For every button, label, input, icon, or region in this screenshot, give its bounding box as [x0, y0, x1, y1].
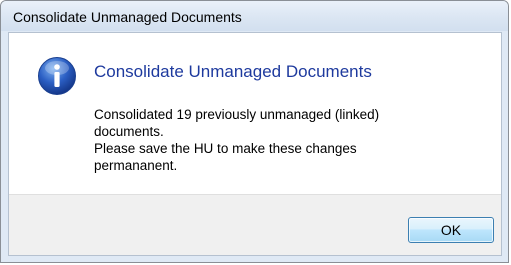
message-line: documents. — [94, 124, 164, 139]
message-line: Please save the HU to make these changes — [94, 141, 357, 156]
message-line: permananent. — [94, 158, 178, 173]
window-title: Consolidate Unmanaged Documents — [13, 9, 242, 25]
button-bar: OK — [9, 194, 501, 255]
dialog-message: Consolidated 19 previously unmanaged (li… — [94, 106, 474, 174]
ok-button[interactable]: OK — [408, 217, 494, 243]
message-dialog: Consolidate Unmanaged Documents Consolid… — [0, 0, 509, 263]
message-line: Consolidated 19 previously unmanaged (li… — [94, 107, 380, 122]
dialog-heading: Consolidate Unmanaged Documents — [94, 62, 372, 81]
info-icon — [38, 57, 76, 95]
dialog-content: Consolidate Unmanaged Documents Consolid… — [8, 32, 502, 256]
title-bar[interactable]: Consolidate Unmanaged Documents — [1, 1, 508, 31]
